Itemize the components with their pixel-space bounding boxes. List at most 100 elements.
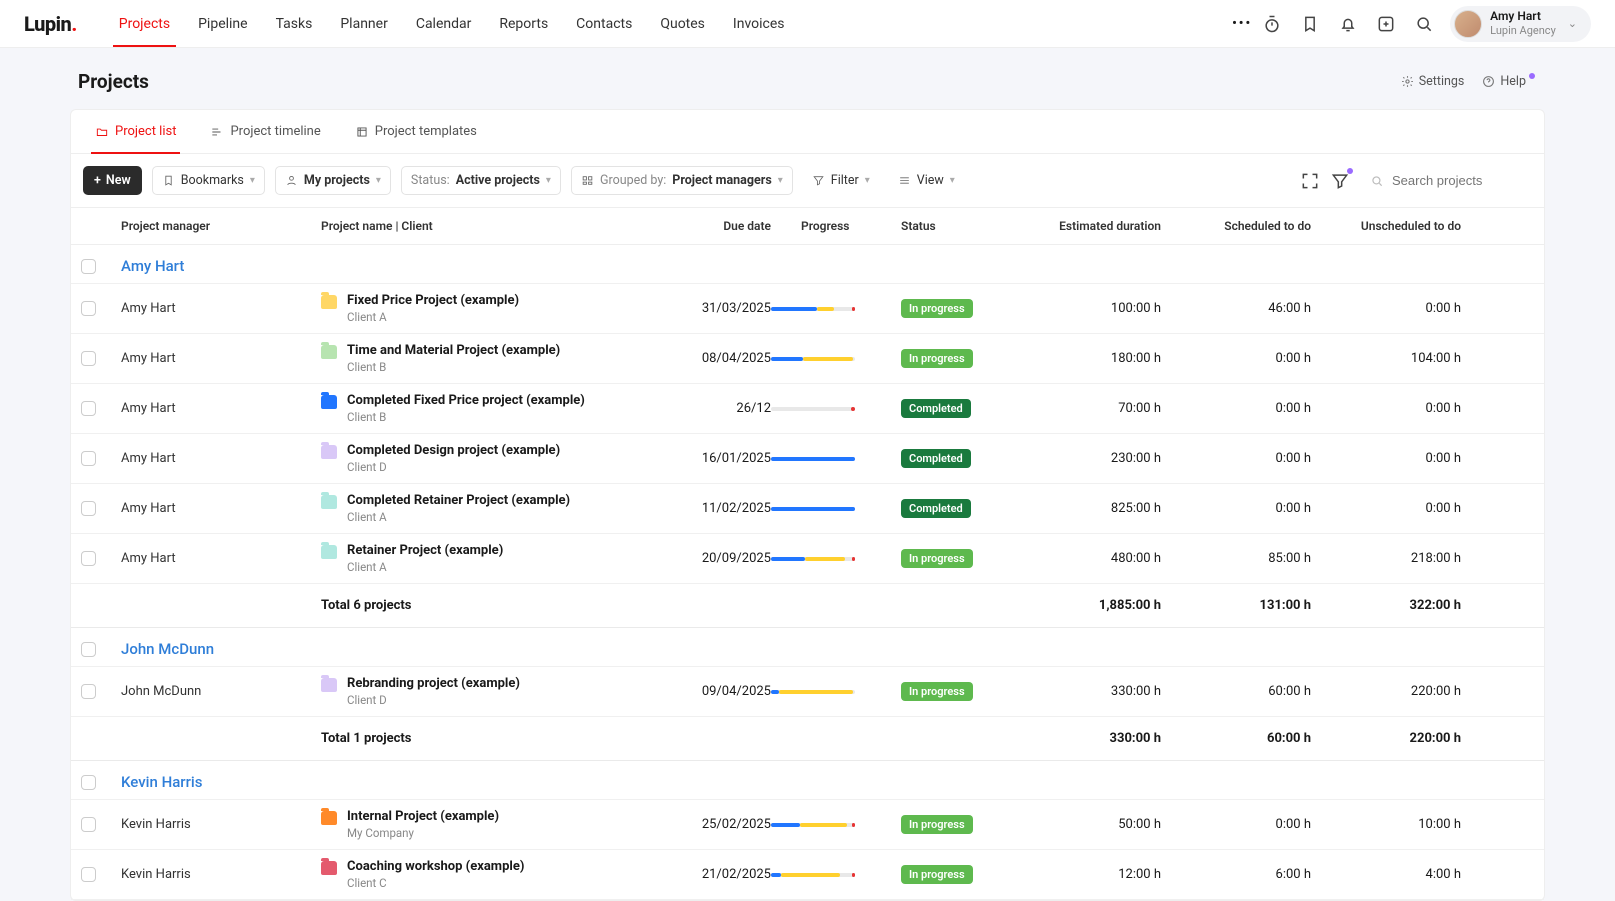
new-button[interactable]: + New — [83, 166, 142, 195]
table-row[interactable]: Amy HartRetainer Project (example)Client… — [71, 534, 1544, 584]
folder-icon — [321, 295, 337, 309]
table-row[interactable]: Kevin HarrisInternal Project (example)My… — [71, 800, 1544, 850]
total-label: Total 1 projects — [321, 731, 651, 746]
project-name[interactable]: Retainer Project (example) — [347, 543, 503, 558]
search-icon[interactable] — [1414, 14, 1434, 34]
notification-dot — [1529, 73, 1535, 79]
view-chip[interactable]: View▾ — [889, 167, 964, 194]
checkbox[interactable] — [81, 867, 96, 882]
estimated: 330:00 h — [1001, 684, 1161, 699]
checkbox[interactable] — [81, 817, 96, 832]
folder-icon — [321, 678, 337, 692]
checkbox[interactable] — [81, 684, 96, 699]
pm-name: John McDunn — [121, 684, 321, 699]
progress-cell — [771, 407, 901, 411]
unscheduled: 0:00 h — [1311, 301, 1461, 316]
col-scheduled[interactable]: Scheduled to do — [1161, 219, 1311, 233]
checkbox[interactable] — [81, 551, 96, 566]
grouped-by-chip[interactable]: Grouped by:Project managers▾ — [571, 166, 793, 195]
col-pm[interactable]: Project manager — [121, 219, 321, 233]
project-name[interactable]: Fixed Price Project (example) — [347, 293, 519, 308]
my-projects-chip[interactable]: My projects▾ — [275, 166, 391, 195]
group-name[interactable]: Kevin Harris — [121, 773, 1534, 791]
scheduled: 0:00 h — [1161, 501, 1311, 516]
user-menu[interactable]: Amy Hart Lupin Agency ⌄ — [1450, 6, 1591, 42]
project-name[interactable]: Rebranding project (example) — [347, 676, 520, 691]
group-name[interactable]: Amy Hart — [121, 257, 1534, 275]
table-row[interactable]: Amy HartCompleted Design project (exampl… — [71, 434, 1544, 484]
progress-cell — [771, 457, 901, 461]
nav-more[interactable]: ••• — [1222, 2, 1262, 45]
progress-bar — [771, 690, 855, 694]
col-project[interactable]: Project name | Client — [321, 219, 651, 233]
expand-icon[interactable] — [1300, 171, 1320, 191]
table-row[interactable]: Amy HartFixed Price Project (example)Cli… — [71, 284, 1544, 334]
filter-chip[interactable]: Filter▾ — [803, 167, 879, 194]
project-name[interactable]: Completed Design project (example) — [347, 443, 560, 458]
nav-link-quotes[interactable]: Quotes — [646, 2, 719, 46]
tab-project-templates[interactable]: Project templates — [351, 110, 481, 153]
filter-active-icon[interactable] — [1330, 171, 1350, 191]
tab-project-list[interactable]: Project list — [91, 110, 180, 153]
status-chip[interactable]: Status:Active projects▾ — [401, 166, 561, 195]
help-link[interactable]: Help — [1482, 74, 1537, 89]
col-progress[interactable]: Progress — [771, 219, 901, 233]
table-row[interactable]: John McDunnRebranding project (example)C… — [71, 667, 1544, 717]
nav-link-calendar[interactable]: Calendar — [402, 2, 486, 46]
bookmarks-chip[interactable]: Bookmarks▾ — [152, 166, 265, 195]
tab-project-timeline[interactable]: Project timeline — [206, 110, 324, 153]
nav-link-invoices[interactable]: Invoices — [719, 2, 799, 46]
bookmark-icon[interactable] — [1300, 14, 1320, 34]
checkbox[interactable] — [81, 301, 96, 316]
table-row[interactable]: Kevin HarrisCoaching workshop (example)C… — [71, 850, 1544, 900]
progress-bar — [771, 507, 855, 511]
col-status[interactable]: Status — [901, 219, 1001, 233]
col-unscheduled[interactable]: Unscheduled to do — [1311, 219, 1461, 233]
status-cell: In progress — [901, 815, 1001, 834]
folder-icon — [321, 395, 337, 409]
timer-icon[interactable] — [1262, 14, 1282, 34]
nav-link-pipeline[interactable]: Pipeline — [184, 2, 262, 46]
progress-cell — [771, 690, 901, 694]
project-name[interactable]: Completed Retainer Project (example) — [347, 493, 570, 508]
status-badge: In progress — [901, 815, 973, 834]
nav-link-reports[interactable]: Reports — [485, 2, 562, 46]
due-date: 09/04/2025 — [651, 684, 771, 699]
checkbox[interactable] — [81, 775, 96, 790]
checkbox[interactable] — [81, 259, 96, 274]
checkbox[interactable] — [81, 451, 96, 466]
page-title: Projects — [78, 70, 149, 93]
nav-link-tasks[interactable]: Tasks — [262, 2, 327, 46]
checkbox[interactable] — [81, 501, 96, 516]
project-name[interactable]: Completed Fixed Price project (example) — [347, 393, 585, 408]
search-input[interactable] — [1392, 173, 1522, 188]
logo[interactable]: Lupin. — [24, 12, 77, 36]
bell-icon[interactable] — [1338, 14, 1358, 34]
due-date: 26/12 — [651, 401, 771, 416]
col-estimated[interactable]: Estimated duration — [1001, 219, 1161, 233]
table-row[interactable]: Amy HartTime and Material Project (examp… — [71, 334, 1544, 384]
total-unscheduled: 220:00 h — [1311, 731, 1461, 746]
project-name[interactable]: Time and Material Project (example) — [347, 343, 560, 358]
unscheduled: 0:00 h — [1311, 401, 1461, 416]
table-row[interactable]: Amy HartCompleted Fixed Price project (e… — [71, 384, 1544, 434]
total-estimated: 330:00 h — [1001, 731, 1161, 746]
estimated: 825:00 h — [1001, 501, 1161, 516]
scheduled: 46:00 h — [1161, 301, 1311, 316]
nav-link-planner[interactable]: Planner — [326, 2, 401, 46]
nav-link-projects[interactable]: Projects — [105, 2, 184, 46]
checkbox[interactable] — [81, 351, 96, 366]
settings-link[interactable]: Settings — [1401, 74, 1465, 89]
status-cell: In progress — [901, 865, 1001, 884]
group-name[interactable]: John McDunn — [121, 640, 1534, 658]
status-badge: Completed — [901, 399, 971, 418]
project-name[interactable]: Coaching workshop (example) — [347, 859, 524, 874]
table-row[interactable]: Amy HartCompleted Retainer Project (exam… — [71, 484, 1544, 534]
checkbox[interactable] — [81, 401, 96, 416]
plus-square-icon[interactable] — [1376, 14, 1396, 34]
project-name[interactable]: Internal Project (example) — [347, 809, 499, 824]
col-due[interactable]: Due date — [651, 219, 771, 233]
filter-icon — [812, 174, 825, 187]
checkbox[interactable] — [81, 642, 96, 657]
nav-link-contacts[interactable]: Contacts — [562, 2, 646, 46]
